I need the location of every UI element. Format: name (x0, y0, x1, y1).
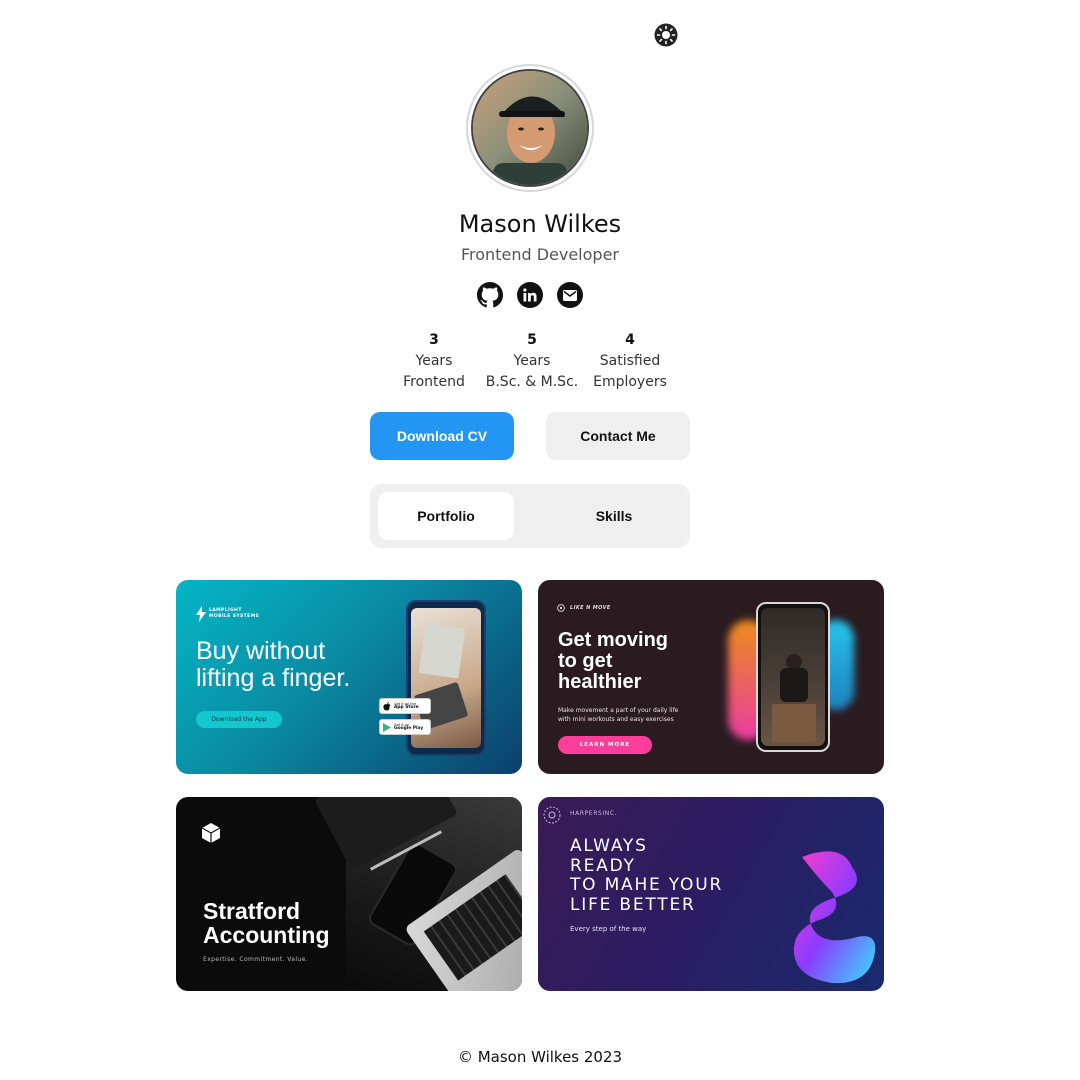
phone-mockup (756, 602, 830, 752)
portfolio-card-like-n-move[interactable]: LIKE N MOVE Get moving to get healthier … (538, 580, 884, 774)
play-icon (383, 722, 391, 732)
card-body: with mini workouts and easy exercises (558, 716, 674, 723)
stat-value: 4 (625, 332, 635, 348)
avatar-image (473, 71, 587, 185)
brand-logo-icon (557, 604, 565, 612)
card-headline: LIFE BETTER (570, 894, 696, 915)
email-icon (563, 289, 577, 301)
stats: 3 Years Frontend 5 Years B.Sc. & M.Sc. 4… (386, 330, 678, 393)
card-brand: LIKE N MOVE (570, 605, 611, 611)
cube-logo-icon (202, 823, 220, 843)
card-headline: Accounting (203, 922, 330, 948)
stat-label: B.Sc. & M.Sc. (485, 374, 579, 390)
stat-label: Years (415, 353, 453, 369)
profile-name: Mason Wilkes (458, 210, 622, 238)
card-brand: MOBILE SYSTEMS (209, 614, 260, 619)
stat-education: 5 Years B.Sc. & M.Sc. (484, 330, 580, 393)
badge-text: Google Play (394, 726, 424, 731)
bolt-logo-icon (196, 606, 206, 622)
profile-role: Frontend Developer (461, 245, 619, 264)
stat-label: Years (513, 353, 551, 369)
card-headline: lifting a finger. (196, 664, 351, 692)
card-headline: to get (558, 650, 613, 672)
card-tagline: Every step of the way (570, 925, 647, 933)
card-headline: Stratford (203, 898, 301, 924)
avatar-frame (466, 64, 594, 192)
stat-label: Employers (593, 374, 667, 390)
github-icon (477, 282, 503, 308)
download-cv-button[interactable]: Download CV (370, 412, 514, 460)
card-cta: LEARN MORE (558, 736, 652, 754)
card-headline: TO MAHE YOUR (570, 875, 724, 895)
linkedin-icon (523, 288, 537, 302)
card-headline: Buy without (196, 637, 326, 665)
social-links (477, 282, 605, 308)
badge-text: App Store (394, 705, 419, 710)
footer-copyright: © Mason Wilkes 2023 (457, 1048, 623, 1066)
stat-label: Frontend (403, 374, 465, 390)
theme-toggle-button[interactable] (654, 23, 678, 47)
avatar (471, 69, 589, 187)
card-headline: Get moving (558, 629, 669, 651)
card-cta: Download the App (196, 711, 282, 728)
card-body: Make movement a part of your daily life (558, 707, 679, 714)
email-link[interactable] (557, 282, 583, 308)
sun-icon (654, 23, 678, 47)
apple-icon (383, 701, 391, 710)
stat-label: Satisfied (599, 353, 661, 369)
portfolio-card-stratford[interactable]: Stratford Accounting Expertise. Commitme… (176, 797, 522, 991)
github-link[interactable] (477, 282, 503, 308)
card-headline: healthier (558, 671, 642, 693)
abstract-3d-shape (793, 851, 876, 984)
card-tagline: Expertise. Commitment. Value. (203, 956, 309, 963)
google-play-badge: Get it on Google Play (379, 719, 431, 735)
stat-value: 5 (527, 332, 537, 348)
stat-employers: 4 Satisfied Employers (582, 330, 678, 393)
portfolio-card-harpers[interactable]: HARPERSINC. ALWAYS READY TO MAHE YOUR LI… (538, 797, 884, 991)
section-tabs: Portfolio Skills (370, 484, 690, 548)
card-brand: HARPERSINC. (570, 810, 618, 817)
stat-value: 3 (429, 332, 439, 348)
card-headline: ALWAYS (570, 836, 648, 856)
tab-portfolio[interactable]: Portfolio (378, 492, 514, 540)
stat-frontend: 3 Years Frontend (386, 330, 482, 393)
linkedin-link[interactable] (517, 282, 543, 308)
brand-logo-icon (543, 806, 561, 824)
portfolio-card-lamplight[interactable]: LAMPLIGHT MOBILE SYSTEMS Buy without lif… (176, 580, 522, 774)
contact-me-button[interactable]: Contact Me (546, 412, 690, 460)
tab-skills[interactable]: Skills (546, 492, 682, 540)
card-headline: READY (570, 855, 636, 876)
app-store-badge: Get it on the App Store (379, 698, 431, 714)
